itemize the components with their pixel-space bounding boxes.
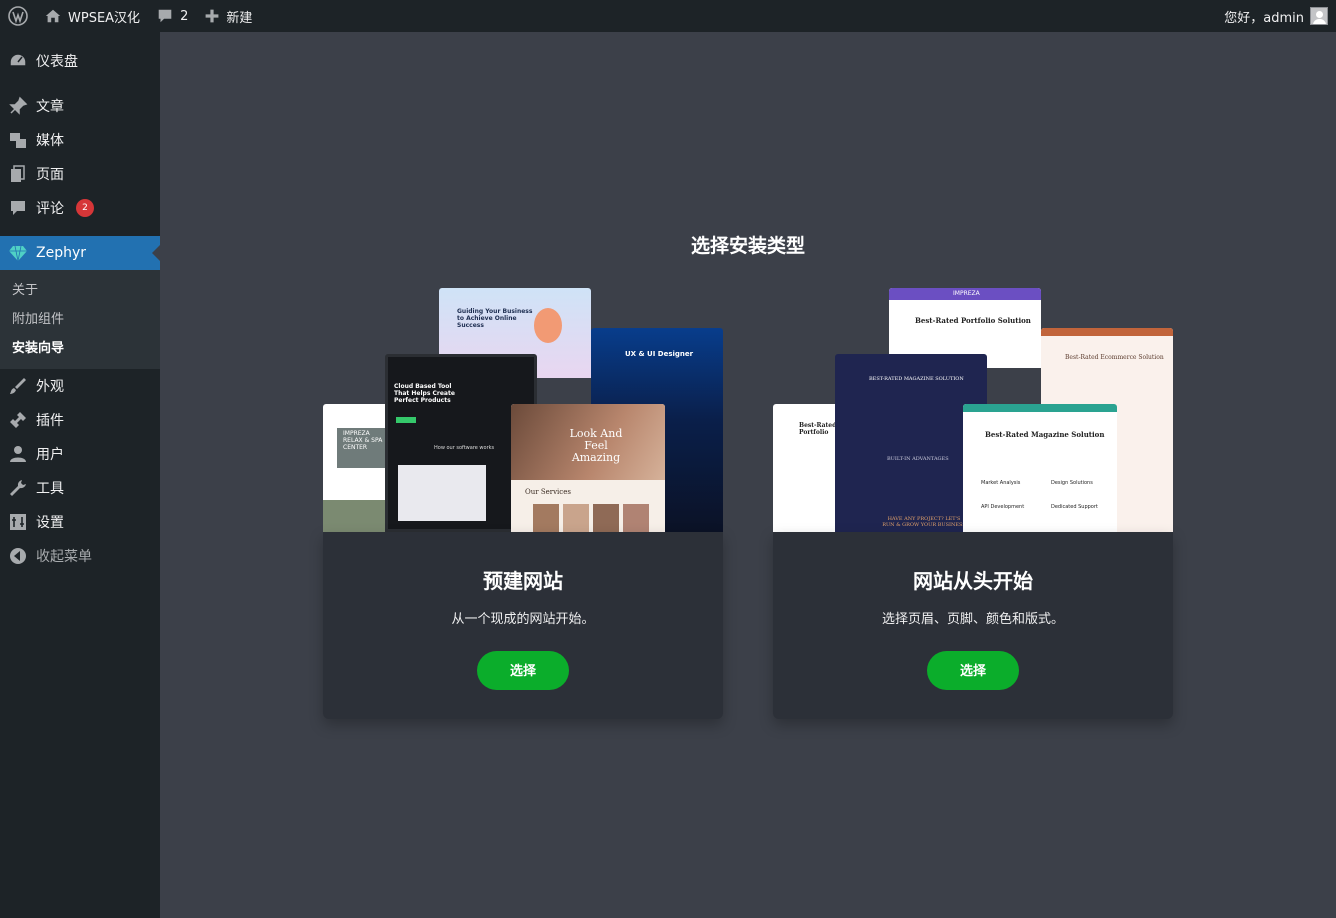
comment-bubble-icon	[158, 9, 172, 23]
preview-text: Best-Rated Portfolio Solution	[915, 316, 1031, 325]
submenu-addons[interactable]: 附加组件	[0, 305, 160, 334]
wordpress-logo-button[interactable]	[0, 0, 36, 32]
menu-label: 收起菜单	[36, 549, 92, 565]
preview-text: BEST-RATED MAGAZINE SOLUTION	[869, 376, 964, 382]
comment-count-badge: 2	[76, 199, 94, 217]
menu-label: 设置	[36, 515, 64, 531]
collapse-icon	[10, 548, 26, 564]
preview-text: API Development	[981, 504, 1025, 510]
card-description: 选择页眉、页脚、颜色和版式。	[881, 612, 1064, 627]
menu-label: 外观	[36, 379, 64, 395]
menu-label: 页面	[36, 167, 64, 183]
preview-text: IMPREZA RELAX & SPA CENTER	[343, 430, 383, 451]
wordpress-logo-icon	[8, 6, 28, 26]
admin-bar: WPSEA汉化 2 新建 您好，admin	[0, 0, 1336, 32]
select-from-scratch-button[interactable]: 选择	[927, 651, 1019, 690]
preview-text: Guiding Your Business to Achieve Online …	[457, 308, 533, 329]
my-account-link[interactable]: 您好，admin	[1216, 0, 1336, 32]
preview-thumb-magazine-light: Best-Rated Magazine Solution Market Anal…	[963, 404, 1117, 532]
menu-dashboard[interactable]: 仪表盘	[0, 44, 160, 78]
card-title: 网站从头开始	[913, 569, 1033, 593]
plugin-icon	[10, 412, 26, 428]
preview-text: Best-Rated Magazine Solution	[985, 430, 1105, 439]
new-label: 新建	[226, 10, 253, 26]
comments-link[interactable]: 2	[148, 0, 196, 32]
preview-text: Best-Rated Ecommerce Solution	[1065, 354, 1164, 361]
prebuilt-site-card[interactable]: 预建网站 从一个现成的网站开始。 选择	[323, 532, 723, 719]
prebuilt-sites-preview: Guiding Your Business to Achieve Online …	[323, 288, 723, 532]
menu-label: 文章	[36, 99, 64, 115]
preview-text: Design Solutions	[1051, 480, 1093, 486]
menu-settings[interactable]: 设置	[0, 505, 160, 539]
preview-text: How our software works	[434, 445, 495, 451]
zephyr-submenu: 关于 附加组件 安装向导	[0, 270, 160, 369]
dashboard-icon	[9, 53, 27, 67]
comment-icon	[11, 201, 25, 215]
menu-posts[interactable]: 文章	[0, 89, 160, 123]
preview-text: Our Services	[525, 488, 571, 496]
preview-text: UX & UI Designer	[625, 350, 694, 358]
new-content-link[interactable]: 新建	[196, 0, 260, 32]
site-name-link[interactable]: WPSEA汉化	[36, 0, 148, 32]
media-icon	[10, 133, 26, 148]
menu-label: Zephyr	[36, 245, 87, 261]
preview-text: HAVE ANY PROJECT? LET'S RUN & GROW YOUR …	[882, 516, 966, 528]
menu-plugins[interactable]: 插件	[0, 403, 160, 437]
preview-text: Cloud Based Tool That Helps Create Perfe…	[394, 383, 455, 404]
menu-pages[interactable]: 页面	[0, 157, 160, 191]
from-scratch-card[interactable]: 网站从头开始 选择页眉、页脚、颜色和版式。 选择	[773, 532, 1173, 719]
plus-icon	[205, 9, 219, 23]
greeting: 您好，admin	[1224, 10, 1304, 26]
menu-appearance[interactable]: 外观	[0, 369, 160, 403]
preview-text: Look And Feel Amazing	[569, 427, 623, 464]
menu-label: 用户	[36, 447, 64, 463]
brush-icon	[10, 378, 26, 394]
admin-sidebar: 仪表盘 文章 媒体 页面 评论 2 Zephyr 关于 附加组件 安装向导 外观…	[0, 32, 160, 918]
menu-label: 媒体	[36, 133, 64, 149]
preview-thumb-beauty: Look And Feel Amazing Our Services	[511, 404, 665, 532]
card-title: 预建网站	[483, 569, 563, 593]
submenu-setup-wizard[interactable]: 安装向导	[0, 334, 160, 363]
submenu-about[interactable]: 关于	[0, 276, 160, 305]
comments-count: 2	[180, 8, 189, 24]
menu-label: 插件	[36, 413, 64, 429]
avatar	[1310, 7, 1328, 25]
select-prebuilt-button[interactable]: 选择	[477, 651, 569, 690]
card-description: 从一个现成的网站开始。	[451, 612, 595, 627]
preview-text: Dedicated Support	[1051, 504, 1098, 510]
pin-icon	[9, 96, 28, 115]
settings-icon	[10, 514, 26, 530]
menu-zephyr[interactable]: Zephyr	[0, 236, 160, 270]
menu-media[interactable]: 媒体	[0, 123, 160, 157]
site-name: WPSEA汉化	[68, 10, 141, 26]
from-scratch-preview: IMPREZA Best-Rated Portfolio Solution Be…	[773, 288, 1173, 532]
wrench-icon	[10, 480, 26, 496]
menu-comments[interactable]: 评论 2	[0, 191, 160, 225]
menu-tools[interactable]: 工具	[0, 471, 160, 505]
preview-text: BUILT-IN ADVANTAGES	[887, 456, 949, 462]
page-title: 选择安装类型	[690, 235, 805, 257]
menu-label: 工具	[36, 481, 64, 497]
menu-label: 仪表盘	[36, 54, 78, 70]
page-icon	[11, 165, 25, 182]
menu-collapse[interactable]: 收起菜单	[0, 539, 160, 573]
user-icon	[10, 446, 26, 462]
preview-text: IMPREZA	[953, 290, 980, 297]
home-icon	[45, 9, 61, 23]
menu-label: 评论	[36, 201, 64, 217]
menu-users[interactable]: 用户	[0, 437, 160, 471]
preview-text: Market Analysis	[981, 480, 1021, 486]
diamond-icon	[9, 245, 27, 262]
